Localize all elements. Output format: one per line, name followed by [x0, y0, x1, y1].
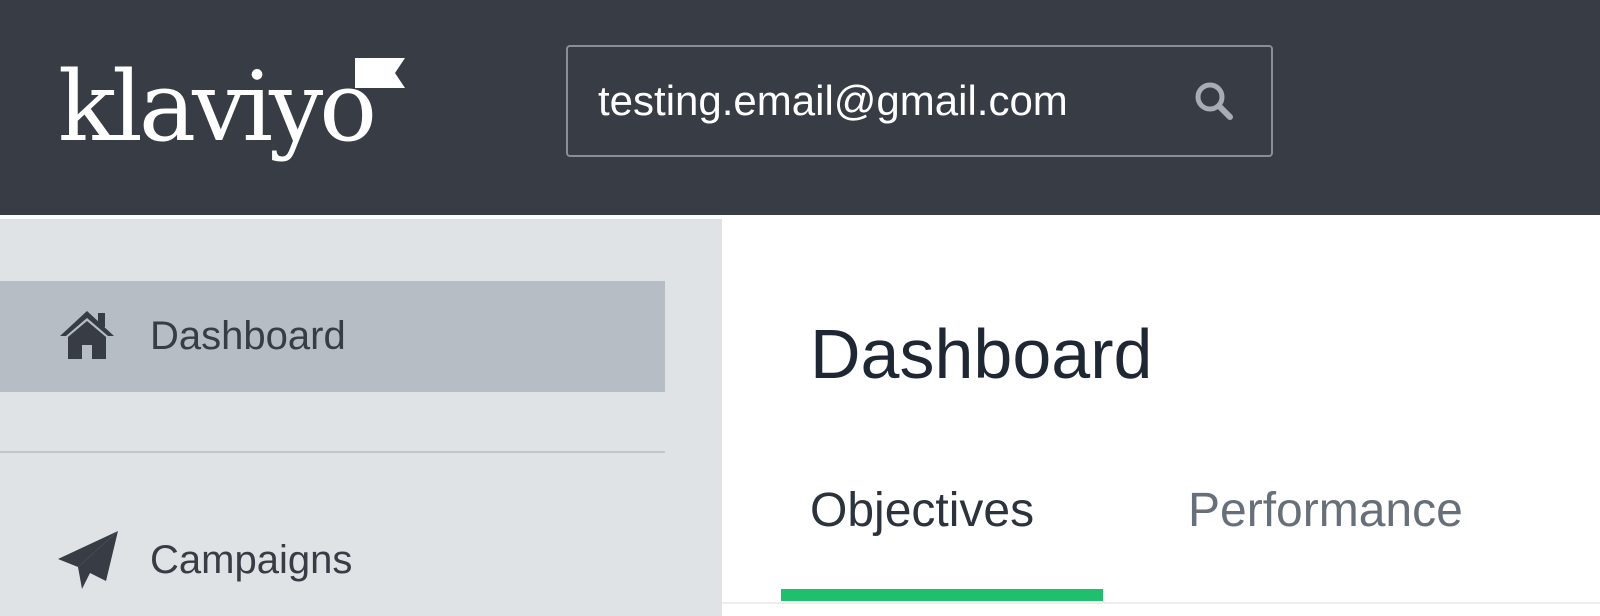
- sidebar-item-campaigns[interactable]: Campaigns: [0, 505, 665, 616]
- klaviyo-logo[interactable]: klaviyo: [58, 51, 405, 167]
- search-field[interactable]: testing.email@gmail.com: [566, 45, 1273, 157]
- search-icon[interactable]: [1192, 79, 1236, 123]
- tab-objectives[interactable]: Objectives: [810, 481, 1034, 541]
- page-title: Dashboard: [810, 315, 1153, 393]
- tab-performance[interactable]: Performance: [1188, 481, 1463, 541]
- logo-wordmark: klaviyo: [58, 51, 377, 163]
- main-content: Dashboard Objectives Performance: [722, 219, 1600, 616]
- top-header-bar: klaviyo testing.email@gmail.com: [0, 0, 1600, 215]
- flag-icon: [355, 58, 405, 88]
- paper-plane-icon: [58, 531, 118, 589]
- sidebar-nav: Dashboard Campaigns: [0, 219, 722, 616]
- sidebar-item-dashboard[interactable]: Dashboard: [0, 281, 665, 392]
- active-tab-indicator: [781, 589, 1103, 601]
- sidebar-divider: [0, 451, 665, 453]
- search-input[interactable]: testing.email@gmail.com: [598, 47, 1068, 155]
- sidebar-item-label: Campaigns: [150, 538, 353, 582]
- home-icon: [60, 311, 114, 359]
- tab-bar-divider: [722, 602, 1600, 604]
- sidebar-item-label: Dashboard: [150, 314, 346, 358]
